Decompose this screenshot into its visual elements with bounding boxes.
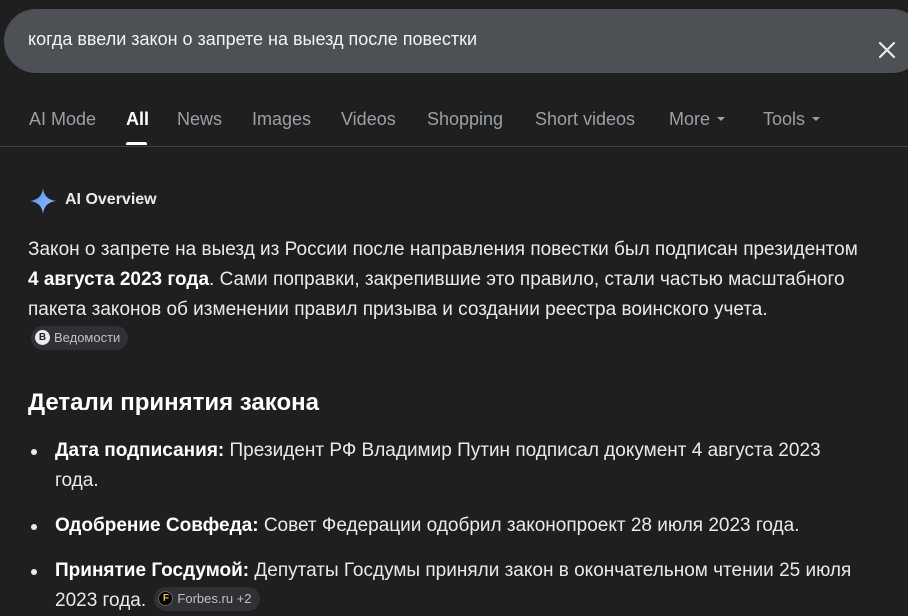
list-item: Одобрение Совфеда: Совет Федерации одобр… [28,511,868,541]
tab-short-videos[interactable]: Short videos [535,109,635,130]
section-heading: Детали принятия закона [28,389,319,416]
active-tab-indicator [126,142,147,145]
source-chip-forbes[interactable]: F Forbes.ru +2 [154,586,260,611]
tab-shopping[interactable]: Shopping [427,109,503,130]
paragraph-highlight: 4 августа 2023 года [28,269,210,290]
vedomosti-logo-icon: В [35,330,50,346]
forbes-logo-icon: F [158,591,174,607]
list-item-label: Принятие Госдумой: [55,560,250,581]
source-chip-label: Ведомости [54,329,121,345]
source-chip-vedomosti[interactable]: В Ведомости [31,325,129,350]
close-icon [878,41,896,59]
list-item-label: Одобрение Совфеда: [55,515,259,536]
search-input[interactable]: когда ввели закон о запрете на выезд пос… [28,29,477,50]
search-results-page: когда ввели закон о запрете на выезд пос… [0,0,908,616]
list-item-label: Дата подписания: [55,440,225,461]
clear-search-button[interactable] [870,33,904,67]
tab-more[interactable]: More [669,109,726,130]
tab-images[interactable]: Images [252,109,311,130]
list-item: Дата подписания: Президент РФ Владимир П… [28,436,868,496]
tab-all[interactable]: All [126,109,149,130]
search-bar[interactable]: когда ввели закон о запрете на выезд пос… [4,9,908,73]
chevron-down-icon [812,117,821,122]
tab-videos[interactable]: Videos [341,109,396,130]
tab-tools-label: Tools [763,109,806,129]
details-list: Дата подписания: Президент РФ Владимир П… [28,436,868,616]
search-tabs: AI Mode All News Images Videos Shopping … [0,96,908,147]
tab-more-label: More [669,109,711,129]
tab-tools[interactable]: Tools [763,109,821,130]
tab-ai-mode[interactable]: AI Mode [29,109,96,130]
ai-overview-paragraph: Закон о запрете на выезд из России после… [28,235,868,355]
sparkle-icon [30,188,56,214]
tab-news[interactable]: News [177,109,222,130]
list-item-text: Совет Федерации одобрил законопроект 28 … [258,515,800,536]
paragraph-text: Закон о запрете на выезд из России после… [28,239,858,260]
ai-overview-title: AI Overview [65,191,157,208]
chevron-down-icon [717,117,726,122]
source-chip-label: Forbes.ru +2 [177,590,252,606]
list-item: Принятие Госдумой: Депутаты Госдумы прин… [28,556,868,616]
